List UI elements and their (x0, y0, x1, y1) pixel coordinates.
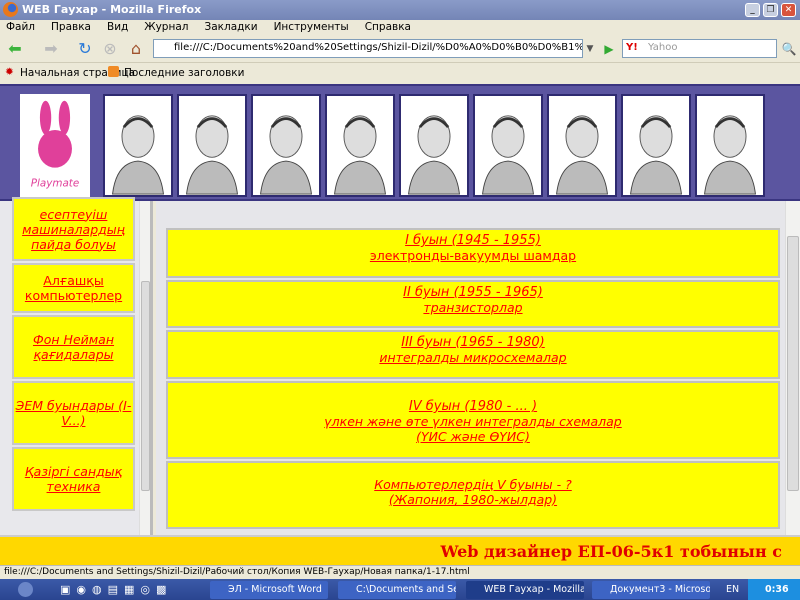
start-icon[interactable] (18, 582, 33, 597)
generation-desc[interactable]: транзисторлар (168, 300, 778, 315)
portrait-image (621, 94, 691, 197)
banner: Playmate (0, 84, 800, 201)
sidebar-item-von-neumann[interactable]: Фон Нейман қағидалары (12, 315, 135, 379)
sidebar-link[interactable]: Қазіргі сандық техника (14, 464, 133, 494)
generation-desc[interactable]: интегралды микросхемалар (168, 350, 778, 365)
portrait-image (399, 94, 469, 197)
menu-bar: Файл Правка Вид Журнал Закладки Инструменты Сп… (0, 20, 800, 35)
close-button[interactable]: ✕ (781, 3, 796, 17)
portrait-image (547, 94, 617, 197)
sidebar-link[interactable]: Алғашқы компьютерлер (14, 273, 133, 303)
yahoo-icon[interactable]: Y! (626, 42, 638, 53)
menu-tools[interactable]: Инструменты (274, 20, 349, 33)
sidebar-link[interactable]: есептеуіш машиналардың пайда болуы (14, 207, 133, 252)
reload-icon[interactable]: ↻ (74, 39, 96, 59)
generation-title[interactable]: Компьютерлердің V буыны - ? (168, 477, 778, 492)
footer-marquee: Web дизайнер ЕП-06-5к1 тобынын с (440, 542, 782, 561)
portrait-image (695, 94, 765, 197)
menu-history[interactable]: Журнал (144, 20, 188, 33)
generation-title[interactable]: I буын (1945 - 1955) (168, 233, 778, 248)
window-title: WEB Гаухар - Mozilla Firefox (22, 3, 202, 16)
scrollbar-thumb[interactable] (141, 281, 150, 491)
bookmark-headlines[interactable]: Последние заголовки (124, 67, 244, 79)
home-icon[interactable]: ⌂ (125, 39, 147, 59)
sidebar-item-first-computers[interactable]: Алғашқы компьютерлер (12, 263, 135, 313)
generation-row: IV буын (1980 - ... ) үлкен және өте үлке… (166, 381, 780, 459)
title-bar: WEB Гаухар - Mozilla Firefox _ ❐ ✕ (0, 0, 800, 20)
restore-button[interactable]: ❐ (763, 3, 778, 17)
status-bar: file:///C:/Documents and Settings/Shizil… (0, 565, 800, 579)
task-document3[interactable]: Документ3 - Microsof... (592, 581, 710, 599)
generation-title[interactable]: III буын (1965 - 1980) (168, 335, 778, 350)
portrait-image (473, 94, 543, 197)
url-dropdown-icon[interactable]: ▼ (583, 39, 597, 59)
firefox-icon (3, 2, 18, 17)
generation-desc[interactable]: (ҮИС және ӨҮИС) (168, 429, 778, 444)
content-scrollbar[interactable] (785, 201, 800, 535)
generation-row: III буын (1965 - 1980) интегралды микросх… (166, 330, 780, 379)
generation-row: Компьютерлердің V буыны - ? (Жапония, 198… (166, 461, 780, 529)
portrait-image (251, 94, 321, 197)
generation-title[interactable]: IV буын (1980 - ... ) (168, 399, 778, 414)
generation-row: I буын (1945 - 1955) электронды-вакуумды … (166, 228, 780, 278)
generation-desc[interactable]: (Жапония, 1980-жылдар) (168, 492, 778, 507)
clock: 0:36 (765, 584, 789, 595)
back-button[interactable]: ⬅ (4, 39, 26, 59)
sidebar-item-origin[interactable]: есептеуіш машиналардың пайда болуы (12, 197, 135, 261)
generation-title[interactable]: II буын (1955 - 1965) (168, 285, 778, 300)
url-bar[interactable]: file:///C:/Documents%20and%20Settings/Sh… (153, 39, 583, 58)
menu-view[interactable]: Вид (107, 20, 128, 33)
task-word[interactable]: ЭЛ - Microsoft Word (210, 581, 328, 599)
navigation-toolbar: ⬅ ➡ ↻ ⊗ ⌂ file:///C:/Documents%20and%20S… (0, 35, 800, 63)
bookmarks-toolbar: ✹ Начальная страница Последние заголовки (0, 63, 800, 83)
go-button[interactable]: ▶ (598, 39, 620, 59)
content-frame: I буын (1945 - 1955) электронды-вакуумды … (156, 201, 800, 535)
portrait-image (325, 94, 395, 197)
stop-icon[interactable]: ⊗ (99, 39, 121, 59)
portrait-image (177, 94, 247, 197)
menu-edit[interactable]: Правка (51, 20, 91, 33)
task-firefox[interactable]: WEB Гаухар - Mozilla ... (466, 581, 584, 599)
menu-file[interactable]: Файл (6, 20, 35, 33)
sidebar-frame: есептеуіш машиналардың пайда болуы Алғаш… (0, 197, 153, 535)
footer-frame: Web дизайнер ЕП-06-5к1 тобынын с (0, 535, 800, 565)
scrollbar-thumb[interactable] (787, 236, 799, 491)
sidebar-link[interactable]: ЭЕМ буындары (I-V...) (14, 398, 133, 428)
task-explorer[interactable]: C:\Documents and Set... (338, 581, 456, 599)
search-icon[interactable]: 🔍 (778, 39, 800, 59)
taskbar: ▣◉◍▤▦◎▩ ЭЛ - Microsoft Word C:\Documents… (0, 579, 800, 600)
generation-desc[interactable]: үлкен және өте үлкен интегралды схемалар (168, 414, 778, 429)
quick-launch-icons[interactable]: ▣◉◍▤▦◎▩ (60, 583, 172, 596)
minimize-button[interactable]: _ (745, 3, 760, 17)
bookmark-icon: ✹ (5, 66, 14, 78)
search-input[interactable]: Y! Yahoo (622, 39, 777, 58)
url-text: file:///C:/Documents%20and%20Settings/Sh… (174, 42, 583, 53)
generation-desc[interactable]: электронды-вакуумды шамдар (168, 248, 778, 263)
sidebar-item-modern[interactable]: Қазіргі сандық техника (12, 447, 135, 511)
forward-button[interactable]: ➡ (40, 39, 62, 59)
menu-help[interactable]: Справка (365, 20, 411, 33)
sidebar-item-generations[interactable]: ЭЕМ буындары (I-V...) (12, 381, 135, 445)
sidebar-scrollbar[interactable] (139, 201, 150, 535)
playmate-logo: Playmate (20, 94, 90, 197)
rss-icon (108, 66, 119, 77)
language-indicator[interactable]: EN (726, 584, 739, 595)
search-placeholder: Yahoo (648, 42, 678, 53)
portrait-image (103, 94, 173, 197)
generation-row: II буын (1955 - 1965) транзисторлар (166, 280, 780, 328)
svg-text:Playmate: Playmate (31, 178, 79, 190)
menu-bookmarks[interactable]: Закладки (204, 20, 257, 33)
sidebar-link[interactable]: Фон Нейман қағидалары (14, 332, 133, 362)
